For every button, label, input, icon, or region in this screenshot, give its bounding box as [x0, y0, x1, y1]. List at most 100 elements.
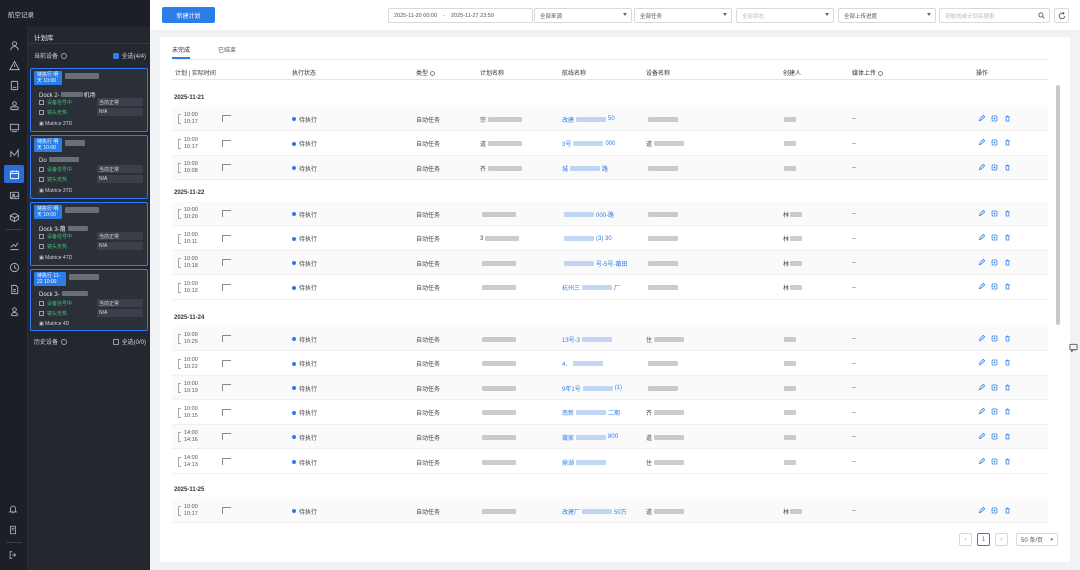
task-select[interactable]: 全部任务 [634, 8, 732, 23]
copy-button[interactable] [991, 507, 998, 516]
delete-button[interactable] [1004, 115, 1011, 124]
edit-button[interactable] [978, 233, 986, 243]
edit-button[interactable] [978, 358, 986, 368]
new-plan-button[interactable]: 新建计划 [162, 7, 215, 23]
media-icon[interactable] [4, 186, 24, 204]
copy-button[interactable] [991, 210, 998, 219]
delete-button[interactable] [1004, 458, 1011, 467]
delete-button[interactable] [1004, 164, 1011, 173]
edit-button[interactable] [978, 383, 986, 393]
route-name-link[interactable]: 4、 [562, 352, 605, 376]
upload-select[interactable]: 全部上传进度 [838, 8, 936, 23]
delete-button[interactable] [1004, 234, 1011, 243]
alert-icon[interactable] [4, 56, 24, 74]
table-row[interactable]: 14:00 14:13 待执行 自动任务 鼎湖 住 -- [172, 450, 1048, 474]
table-row[interactable]: 10:00 10:15 待执行 自动任务 南新 二期 齐 -- [172, 401, 1048, 425]
route-name-link[interactable]: 改建 50 [562, 107, 615, 131]
table-row[interactable]: 10:00 10:20 待执行 自动任务 000-路 林 -- [172, 202, 1048, 226]
source-select[interactable]: 全部来源 [534, 8, 632, 23]
edit-button[interactable] [978, 163, 986, 173]
vertical-scrollbar[interactable] [1056, 85, 1060, 325]
person-icon[interactable] [4, 96, 24, 114]
edit-button[interactable] [978, 506, 986, 516]
table-row[interactable]: 14:00 14:16 待执行 自动任务 莆家 800 道 -- [172, 425, 1048, 450]
route-name-link[interactable]: 莆家 800 [562, 425, 618, 449]
delete-button[interactable] [1004, 335, 1011, 344]
route-name-link[interactable]: 000-路 [562, 202, 614, 226]
table-row[interactable]: 10:00 10:18 待执行 自动任务 号-5号-莆田 林 -- [172, 251, 1048, 276]
date-range-picker[interactable]: 2025-11-20 00:00 - 2025-11-27 23:59 [388, 8, 533, 23]
model-icon[interactable] [4, 208, 24, 226]
edit-button[interactable] [978, 334, 986, 344]
copy-button[interactable] [991, 384, 998, 393]
select-all-current[interactable]: 全选(4/4) [112, 51, 146, 60]
route-name-link[interactable]: 号-5号-莆田 [562, 251, 627, 275]
route-name-link[interactable]: 9年1号 (1) [562, 376, 622, 400]
bell-icon[interactable] [6, 502, 20, 516]
table-row[interactable]: 10:00 10:12 待执行 自动任务 杭州三厂 林 -- [172, 276, 1048, 300]
copy-button[interactable] [991, 283, 998, 292]
admin-icon[interactable] [4, 302, 24, 320]
device-icon[interactable] [4, 76, 24, 94]
tab-finished[interactable]: 已结束 [218, 41, 236, 59]
route-name-link[interactable]: 南新 二期 [562, 401, 620, 425]
table-row[interactable]: 10:00 10:17 待执行 自动任务 道 3号 000 道 -- [172, 132, 1048, 156]
table-row[interactable]: 10:00 10:08 待执行 自动任务 齐 城路 -- [172, 156, 1048, 181]
device-card[interactable]: 待执行 明天 10:00 Do 设备信号中 当前正常 镜头无热 N/A ▣ Ma… [30, 135, 148, 199]
delete-button[interactable] [1004, 359, 1011, 368]
search-input[interactable]: 按航线或计划名搜索 [939, 8, 1050, 23]
delete-button[interactable] [1004, 433, 1011, 442]
page-1-button[interactable]: 1 [977, 533, 990, 546]
copy-button[interactable] [991, 335, 998, 344]
table-row[interactable]: 10:00 10:19 待执行 自动任务 9年1号 (1) -- [172, 376, 1048, 401]
status-select[interactable]: 全部状态 [736, 8, 834, 23]
edit-button[interactable] [978, 283, 986, 292]
device-card[interactable]: 待执行 明天 10:00 Dock 2- 机场 设备信号中 当前正常 镜头无热 N… [30, 68, 148, 132]
copy-button[interactable] [991, 259, 998, 268]
page-size-select[interactable]: 50 条/页 ▾ [1016, 533, 1058, 546]
info-icon[interactable] [61, 338, 68, 345]
edit-button[interactable] [978, 114, 986, 124]
col-time[interactable]: 计划 | 实际时间 [175, 68, 216, 77]
calendar-icon[interactable] [4, 165, 24, 183]
route-name-link[interactable]: 鼎湖 [562, 450, 608, 474]
info-icon[interactable] [61, 52, 68, 59]
copy-button[interactable] [991, 433, 998, 442]
next-page-button[interactable]: › [995, 533, 1008, 546]
edit-button[interactable] [978, 209, 986, 219]
chart-icon[interactable] [4, 236, 24, 254]
table-row[interactable]: 10:00 10:17 待执行 自动任务 宗 改建 50 -- [172, 107, 1048, 131]
feedback-icon[interactable] [1066, 340, 1080, 354]
prev-page-button[interactable]: ‹ [959, 533, 972, 546]
route-name-link[interactable]: (3) 30 [562, 227, 612, 251]
route-name-link[interactable]: 13号-3 [562, 327, 614, 351]
copy-button[interactable] [991, 408, 998, 417]
doc-icon[interactable] [4, 280, 24, 298]
delete-button[interactable] [1004, 210, 1011, 219]
delete-button[interactable] [1004, 283, 1011, 292]
copy-button[interactable] [991, 458, 998, 467]
history-icon[interactable] [4, 258, 24, 276]
edit-button[interactable] [978, 457, 986, 467]
delete-button[interactable] [1004, 408, 1011, 417]
route-name-link[interactable]: 3号 000 [562, 132, 615, 156]
device-card[interactable]: 待执行 11-22 10:00 Dock 3- 设备信号中 当前正常 镜头无热 … [30, 269, 148, 331]
route-icon[interactable] [4, 144, 24, 162]
dock-icon[interactable] [4, 118, 24, 136]
delete-button[interactable] [1004, 139, 1011, 148]
copy-button[interactable] [991, 234, 998, 243]
copy-button[interactable] [991, 164, 998, 173]
route-name-link[interactable]: 改建厂 50万 [562, 499, 627, 523]
delete-button[interactable] [1004, 259, 1011, 268]
device-card[interactable]: 待执行 明天 10:00 Dock 3-莆 设备信号中 当前正常 镜头无热 N/… [30, 202, 148, 266]
checkbox-icon[interactable] [112, 338, 119, 345]
edit-button[interactable] [978, 408, 986, 417]
select-all-history[interactable]: 全选(0/0) [112, 337, 146, 346]
tab-unfinished[interactable]: 未完成 [172, 41, 191, 59]
table-row[interactable]: 10:00 10:17 待执行 自动任务 改建厂 50万道 林 -- [172, 499, 1048, 523]
logout-icon[interactable] [6, 548, 20, 562]
user-icon[interactable] [4, 36, 24, 54]
copy-button[interactable] [991, 115, 998, 124]
refresh-button[interactable] [1054, 8, 1069, 23]
edit-button[interactable] [978, 258, 986, 268]
